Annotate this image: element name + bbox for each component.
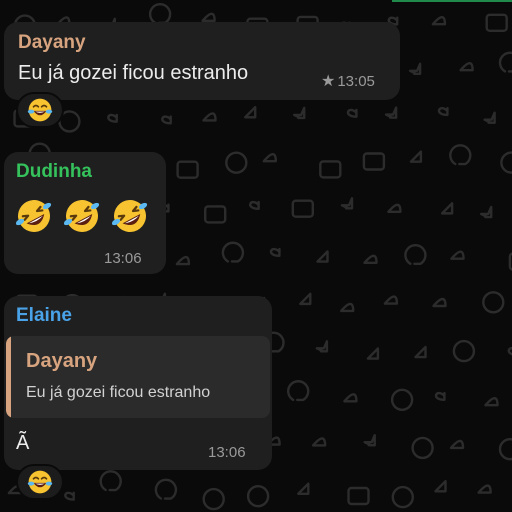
message-bubble-elaine[interactable]: Elaine Dayany Eu já gozei ficou estranho… — [4, 296, 272, 470]
message-text: Ã — [16, 432, 30, 454]
message-time: 13:06 — [208, 444, 246, 461]
star-icon: ★ — [321, 73, 336, 90]
quoted-message-text: Eu já gozei ficou estranho — [26, 384, 211, 401]
message-bubble-dudinha[interactable]: Dudinha 13:06 — [4, 152, 166, 274]
message-time: 13:05 — [337, 73, 375, 90]
top-accent-line — [392, 0, 512, 2]
rolling-on-the-floor-laughing-icon — [111, 200, 148, 232]
message-time: 13:06 — [104, 250, 142, 267]
quoted-sender-name: Dayany — [26, 350, 98, 372]
rolling-on-the-floor-laughing-icon — [63, 200, 100, 232]
quote-accent-bar — [6, 336, 11, 418]
rolling-on-the-floor-laughing-icon — [15, 200, 52, 232]
message-text: Eu já gozei ficou estranho — [18, 62, 249, 84]
sender-name[interactable]: Dudinha — [16, 161, 92, 183]
face-with-tears-of-joy-icon — [27, 470, 53, 494]
chat-view[interactable]: Dayany Eu já gozei ficou estranho ★ 13:05… — [0, 0, 512, 512]
sender-name[interactable]: Dayany — [18, 32, 86, 54]
quoted-message[interactable]: Dayany Eu já gozei ficou estranho — [6, 336, 270, 418]
reaction-badge[interactable] — [16, 464, 64, 500]
sender-name[interactable]: Elaine — [16, 305, 72, 327]
emoji-row — [14, 196, 150, 236]
message-timestamp: ★ 13:05 — [321, 71, 375, 91]
reaction-badge[interactable] — [16, 92, 64, 128]
message-bubble-dayany[interactable]: Dayany Eu já gozei ficou estranho ★ 13:05 — [4, 22, 400, 100]
face-with-tears-of-joy-icon — [27, 98, 53, 122]
